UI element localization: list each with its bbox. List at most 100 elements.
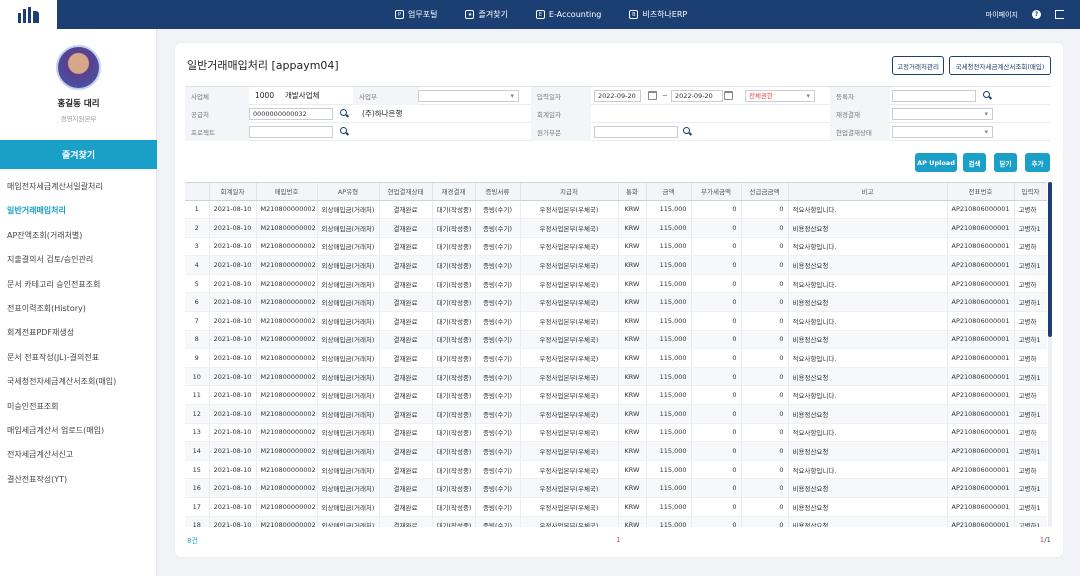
nav-erp[interactable]: B 비즈하나ERP <box>629 9 687 20</box>
scrollbar-thumb[interactable] <box>1048 182 1052 337</box>
cost-center-input[interactable] <box>594 126 678 138</box>
nts-tax-invoice-button[interactable]: 국세청전자세금계산서조회(매입) <box>949 56 1051 75</box>
registrant-search-icon[interactable] <box>981 90 993 102</box>
sidebar-item[interactable]: 전표이력조회(History) <box>0 297 157 321</box>
sidebar-item[interactable]: 문서 전표작성(JL)-결의전표 <box>0 346 157 370</box>
sidebar-item[interactable]: 지출결의서 검토/승인관리 <box>0 248 157 272</box>
table-row[interactable]: 7 2021-08-10 M210800000002 외상매입금(거래처) 결재완료 대기… <box>185 311 1047 331</box>
sidebar-item[interactable]: 회계전표PDF재생성 <box>0 321 157 345</box>
column-header-currency[interactable]: 통화 <box>618 183 647 201</box>
project-input[interactable] <box>249 126 333 138</box>
sidebar-item[interactable]: 매입세금계산서 업로드(매입) <box>0 419 157 443</box>
table-row[interactable]: 4 2021-08-10 M210800000002 외상매입금(거래처) 결재완료 대기… <box>185 255 1047 275</box>
sidebar-item[interactable]: AP잔액조회(거래처별) <box>0 224 157 248</box>
table-row[interactable]: 1 2021-08-10 M210800000002 외상매입금(거래처) 결재완료 대기… <box>185 200 1047 220</box>
cell-advance-amount: 0 <box>741 423 789 443</box>
nav-portal[interactable]: P 업무포털 <box>395 9 437 20</box>
cell-vat-amount: 0 <box>691 423 742 443</box>
cell-ap-type: 외상매입금(거래처) <box>317 497 380 517</box>
supplier-code-input[interactable]: 0000000000032 <box>249 108 333 120</box>
site-approval-select[interactable] <box>892 126 993 138</box>
column-header-voucher-number[interactable]: 전표번호 <box>947 183 1015 201</box>
table-row[interactable]: 9 2021-08-10 M210800000002 외상매입금(거래처) 결재완료 대기… <box>185 348 1047 368</box>
authority-select[interactable]: 전체권한 <box>745 90 815 102</box>
page-number[interactable]: 1 <box>616 536 620 544</box>
table-row[interactable]: 8 2021-08-10 M210800000002 외상매입금(거래처) 결재완료 대기… <box>185 330 1047 350</box>
table-row[interactable]: 2 2021-08-10 M210800000002 외상매입금(거래처) 결재완료 대기… <box>185 218 1047 238</box>
cell-vat-amount: 0 <box>691 292 742 313</box>
column-header-payee[interactable]: 지급처 <box>520 183 619 201</box>
supplier-label: 공급처 <box>185 105 249 123</box>
calendar-icon[interactable] <box>648 91 657 100</box>
logout-icon[interactable] <box>1055 10 1064 19</box>
cell-payee: 우정사업본부(우체국) <box>520 441 619 461</box>
column-header-evidence[interactable]: 증빙서류 <box>475 183 521 201</box>
calendar-icon[interactable] <box>724 91 733 100</box>
cell-voucher-number: AP210806000001 <box>947 274 1015 294</box>
top-navigation-bar: P 업무포털 ★ 즐겨찾기 E E-Accounting B 비즈하나ERP 마… <box>0 0 1080 29</box>
date-from-input[interactable]: 2022-09-20 <box>594 90 641 102</box>
cell-advance-amount: 0 <box>741 255 789 275</box>
column-header-finance-approval[interactable]: 재경결재 <box>432 183 476 201</box>
add-button[interactable]: 추가 <box>1025 153 1050 172</box>
sidebar-item[interactable]: 미승인전표조회 <box>0 395 157 419</box>
approval-select[interactable] <box>892 108 993 120</box>
sidebar-item[interactable]: 문서 카테고리 승인전표조회 <box>0 273 157 297</box>
column-header-site-approval-status[interactable]: 현업결재상태 <box>379 183 433 201</box>
project-search-icon[interactable] <box>338 126 350 138</box>
cell-purchase-number: M210800000002 <box>256 516 318 527</box>
nav-e-accounting[interactable]: E E-Accounting <box>535 10 601 19</box>
table-row[interactable]: 15 2021-08-10 M210800000002 외상매입금(거래처) 결재완료 대… <box>185 460 1047 480</box>
cell-voucher-number: AP210806000001 <box>947 516 1015 527</box>
sidebar-item-active[interactable]: 일반거래매입처리 <box>0 199 157 223</box>
table-row[interactable]: 10 2021-08-10 M210800000002 외상매입금(거래처) 결재완료 대… <box>185 367 1047 387</box>
cost-center-search-icon[interactable] <box>681 126 693 138</box>
close-button[interactable]: 닫기 <box>994 153 1017 172</box>
column-header-accounting-date[interactable]: 회계일자 <box>209 183 257 201</box>
table-row[interactable]: 5 2021-08-10 M210800000002 외상매입금(거래처) 결재완료 대기… <box>185 274 1047 294</box>
column-header-remarks[interactable]: 비고 <box>788 183 948 201</box>
column-header-registrant[interactable]: 입력자 <box>1014 183 1047 201</box>
table-row[interactable]: 13 2021-08-10 M210800000002 외상매입금(거래처) 결재완료 대… <box>185 423 1047 443</box>
table-row[interactable]: 11 2021-08-10 M210800000002 외상매입금(거래처) 결재완료 대… <box>185 385 1047 406</box>
nav-favorites[interactable]: ★ 즐겨찾기 <box>465 9 508 20</box>
supplier-search-icon[interactable] <box>338 108 350 120</box>
sidebar: 홍길동 대리 경영지원본부 즐겨찾기 매입전자세금계산서일괄처리 일반거래매입처… <box>0 29 157 576</box>
cell-vat-amount: 0 <box>691 274 742 294</box>
sidebar-item[interactable]: 국세청전자세금계산서조회(매입) <box>0 370 157 394</box>
favorites-header: 즐겨찾기 <box>0 140 157 169</box>
table-row[interactable]: 3 2021-08-10 M210800000002 외상매입금(거래처) 결재완료 대기… <box>185 237 1047 257</box>
mypage-link[interactable]: 마이페이지 <box>986 10 1018 20</box>
company-logo[interactable] <box>0 0 57 29</box>
cell-finance-approval: 대기(작성중) <box>432 218 476 238</box>
division-select[interactable] <box>418 90 519 102</box>
column-header-advance-amount[interactable]: 선급금금액 <box>741 183 789 201</box>
table-row[interactable]: 14 2021-08-10 M210800000002 외상매입금(거래처) 결재완료 대… <box>185 441 1047 461</box>
sidebar-item[interactable]: 매입전자세금계산서일괄처리 <box>0 175 157 199</box>
search-button[interactable]: 검색 <box>963 153 986 172</box>
date-to-input[interactable]: 2022-09-20 <box>671 90 723 102</box>
column-header-ap-type[interactable]: AP유형 <box>317 183 380 201</box>
sidebar-item[interactable]: 결산전표작성(YT) <box>0 468 157 492</box>
table-row[interactable]: 18 2021-08-10 M210800000002 외상매입금(거래처) 결재완료 대… <box>185 516 1047 527</box>
table-row[interactable]: 17 2021-08-10 M210800000002 외상매입금(거래처) 결재완료 대… <box>185 497 1047 517</box>
fixed-supplier-button[interactable]: 고정거래처관리 <box>892 56 944 75</box>
nav-erp-label: 비즈하나ERP <box>642 10 688 19</box>
nav-portal-label: 업무포털 <box>408 10 438 19</box>
help-icon[interactable]: ? <box>1032 10 1041 19</box>
cell-purchase-number: M210800000002 <box>256 478 318 498</box>
cell-voucher-number: AP210806000001 <box>947 255 1015 275</box>
column-header-purchase-number[interactable]: 매입번호 <box>256 183 318 201</box>
registrant-input[interactable] <box>892 90 976 102</box>
column-header-row-number[interactable] <box>185 183 210 201</box>
column-header-amount[interactable]: 금액 <box>646 183 692 201</box>
cell-registrant: 고병하1 <box>1014 441 1047 461</box>
table-row[interactable]: 12 2021-08-10 M210800000002 외상매입금(거래처) 결재완료 대… <box>185 404 1047 424</box>
grid-scrollbar[interactable] <box>1048 182 1052 527</box>
cell-ap-type: 외상매입금(거래처) <box>317 348 380 368</box>
column-header-vat-amount[interactable]: 부가세금액 <box>691 183 742 201</box>
table-row[interactable]: 6 2021-08-10 M210800000002 외상매입금(거래처) 결재완료 대기… <box>185 292 1047 313</box>
sidebar-item[interactable]: 전자세금계산서신고 <box>0 443 157 467</box>
ap-upload-button[interactable]: AP Upload <box>915 153 957 172</box>
table-row[interactable]: 16 2021-08-10 M210800000002 외상매입금(거래처) 결재완료 대… <box>185 478 1047 498</box>
